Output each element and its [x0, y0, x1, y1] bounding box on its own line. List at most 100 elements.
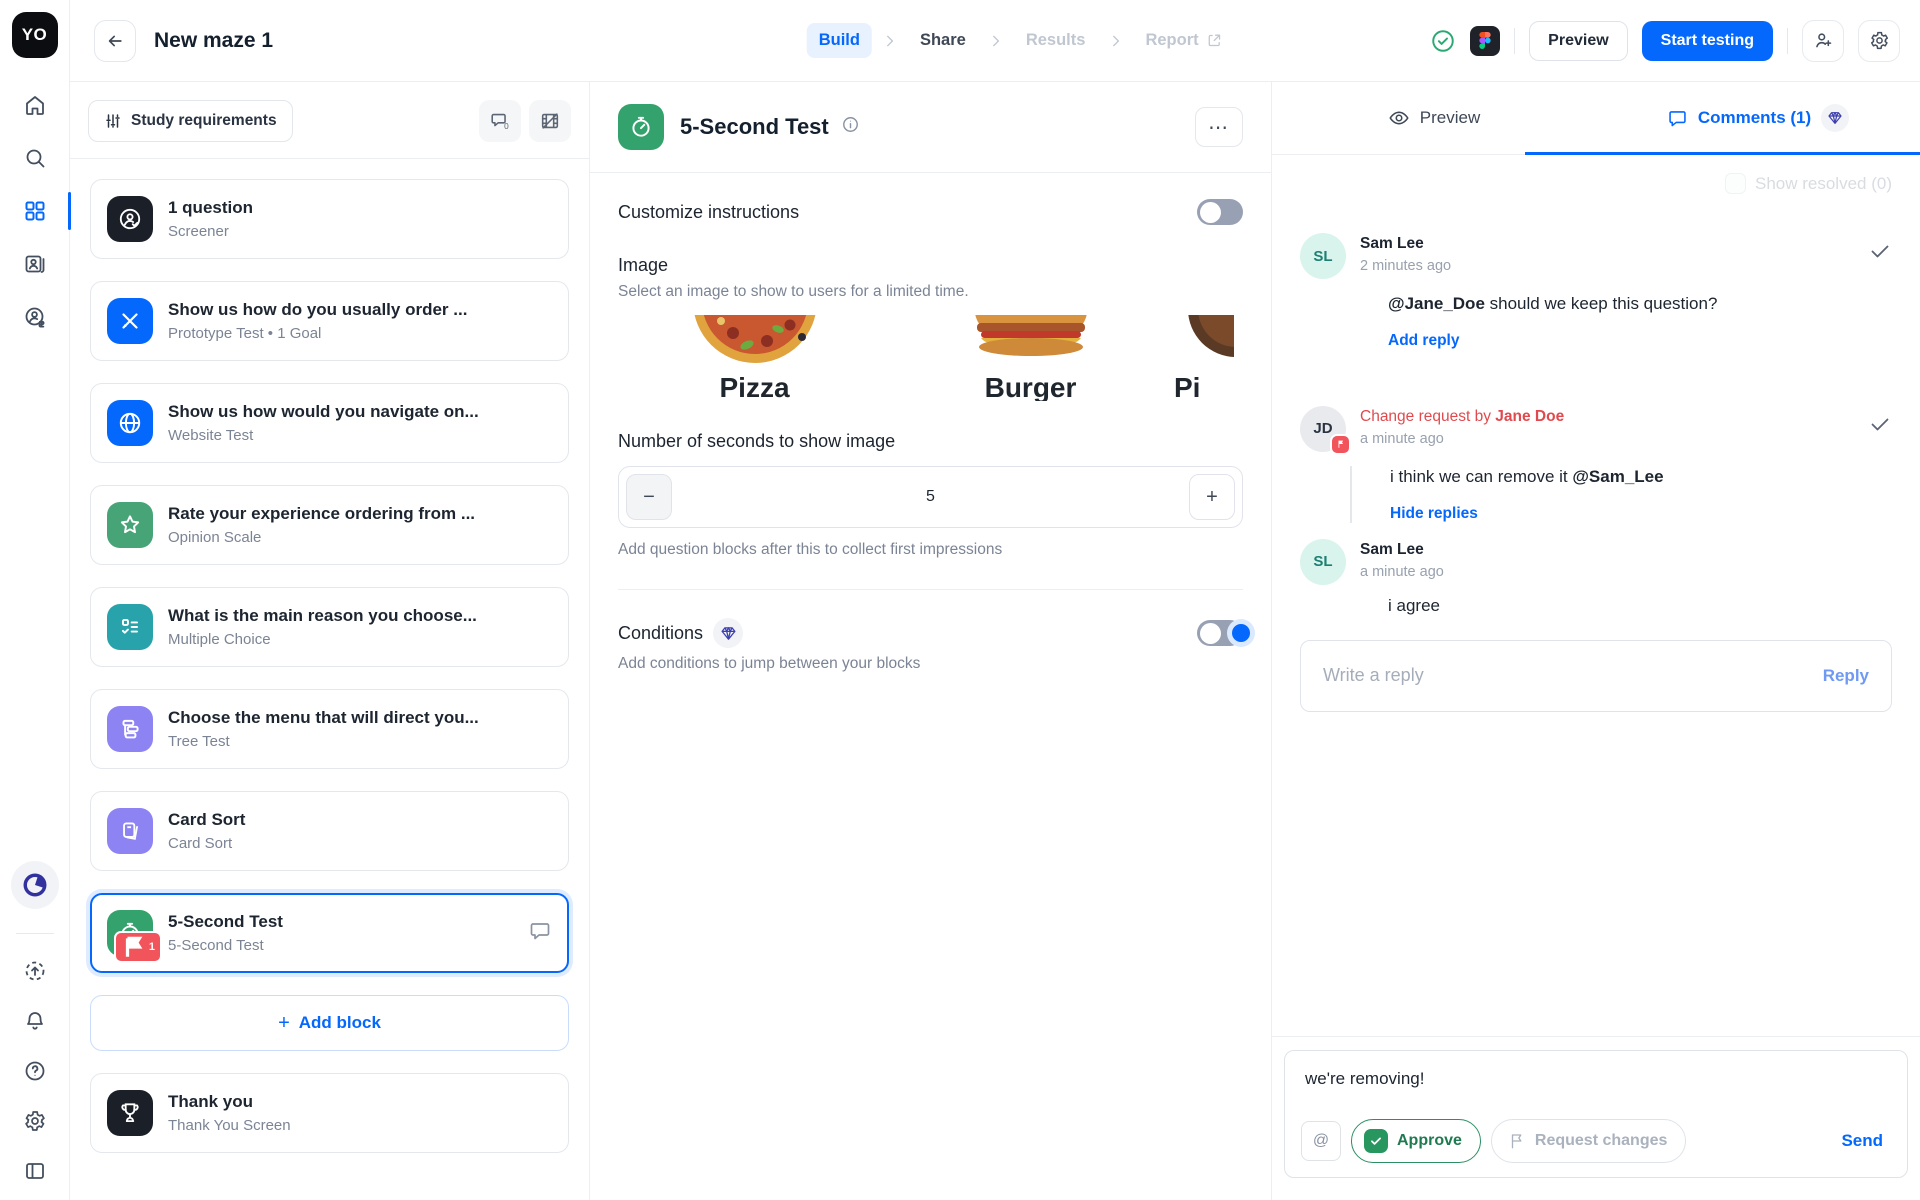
card-sort-block-icon: [107, 808, 153, 854]
tab-results[interactable]: Results: [1014, 23, 1098, 58]
video-disabled-button[interactable]: [529, 100, 571, 142]
image-thumbnail-burger[interactable]: Burger: [894, 315, 1167, 401]
home-icon[interactable]: [22, 92, 48, 118]
reply-button[interactable]: Reply: [1823, 666, 1869, 686]
multiple-choice-block-icon: [107, 604, 153, 650]
mention[interactable]: @Sam_Lee: [1572, 467, 1663, 486]
block-subtitle: 5-Second Test: [168, 937, 283, 954]
screener-block-icon: [107, 196, 153, 242]
preview-button[interactable]: Preview: [1529, 21, 1627, 61]
tab-report[interactable]: Report: [1133, 23, 1234, 58]
decrease-seconds-button[interactable]: −: [626, 474, 672, 520]
hide-replies-link[interactable]: Hide replies: [1390, 505, 1892, 523]
collapse-panel-icon[interactable]: [22, 1158, 48, 1184]
page-title: New maze 1: [154, 29, 273, 53]
updates-upload-icon[interactable]: [22, 958, 48, 984]
comment-composer[interactable]: we're removing! @ Approve: [1284, 1050, 1908, 1178]
block-title: Card Sort: [168, 810, 245, 830]
back-button[interactable]: [94, 20, 136, 62]
tab-preview-label: Preview: [1420, 108, 1480, 128]
maze-settings-gear-button[interactable]: [1858, 20, 1900, 62]
block-subtitle: Website Test: [168, 427, 479, 444]
mention[interactable]: @Jane_Doe: [1388, 294, 1485, 313]
projects-grid-icon[interactable]: [22, 198, 48, 224]
settings-gear-icon[interactable]: [22, 1108, 48, 1134]
gem-upgrade-icon: [1821, 104, 1849, 132]
increase-seconds-button[interactable]: +: [1189, 474, 1235, 520]
approve-label: Approve: [1397, 1132, 1462, 1150]
right-panel: Preview Comments (1) Show resolved (0): [1272, 82, 1920, 1200]
change-request-flag-badge: 1: [114, 931, 162, 963]
tab-comments[interactable]: Comments (1): [1596, 82, 1920, 154]
invite-user-button[interactable]: [1802, 20, 1844, 62]
tab-preview[interactable]: Preview: [1272, 82, 1596, 154]
reply-input[interactable]: [1323, 665, 1823, 686]
add-reply-link[interactable]: Add reply: [1388, 332, 1892, 350]
customize-instructions-toggle[interactable]: [1197, 199, 1243, 225]
seconds-value[interactable]: 5: [672, 488, 1189, 506]
mention-at-button[interactable]: @: [1301, 1121, 1341, 1161]
comment-composer-section: we're removing! @ Approve: [1272, 1036, 1920, 1200]
avatar: SL: [1300, 233, 1346, 279]
notifications-bell-icon[interactable]: [22, 1008, 48, 1034]
avatar: JD: [1300, 406, 1346, 452]
add-block-label: Add block: [299, 1013, 381, 1033]
composer-text[interactable]: we're removing!: [1301, 1069, 1891, 1089]
block-comment-icon[interactable]: [528, 919, 552, 948]
request-changes-button[interactable]: Request changes: [1491, 1119, 1686, 1163]
figma-integration-icon[interactable]: [1470, 26, 1500, 56]
conditions-toggle[interactable]: [1197, 620, 1243, 646]
external-link-icon: [1206, 32, 1223, 49]
send-button[interactable]: Send: [1841, 1131, 1891, 1151]
plus-icon: +: [278, 1012, 290, 1035]
block-card-multiple-choice[interactable]: What is the main reason you choose... Mu…: [90, 587, 569, 667]
block-title: Choose the menu that will direct you...: [168, 708, 479, 728]
author-name: Jane Doe: [1495, 408, 1564, 425]
svg-text:0: 0: [504, 122, 509, 131]
show-resolved-checkbox[interactable]: [1725, 173, 1746, 194]
change-request-prefix: Change request by: [1360, 408, 1495, 425]
block-card-screener[interactable]: 1 question Screener: [90, 179, 569, 259]
comments-count-button[interactable]: 0: [479, 100, 521, 142]
editor-divider: [618, 589, 1243, 590]
block-card-card-sort[interactable]: Card Sort Card Sort: [90, 791, 569, 871]
resolve-check-icon[interactable]: [1868, 406, 1892, 441]
search-icon[interactable]: [22, 145, 48, 171]
tab-build[interactable]: Build: [807, 23, 872, 58]
chevron-right-icon: [882, 33, 898, 49]
block-card-tree-test[interactable]: Choose the menu that will direct you... …: [90, 689, 569, 769]
help-icon[interactable]: [22, 1058, 48, 1084]
opinion-scale-block-icon: [107, 502, 153, 548]
image-thumbnail-pizza[interactable]: Pizza: [618, 315, 891, 401]
block-card-five-second-test[interactable]: 1 5-Second Test 5-Second Test: [90, 893, 569, 973]
image-thumbnail-partial[interactable]: Pi: [1170, 315, 1234, 401]
workspace-logo[interactable]: YO: [12, 12, 58, 58]
start-testing-button[interactable]: Start testing: [1642, 21, 1773, 61]
participants-id-icon[interactable]: [22, 251, 48, 277]
block-title: Show us how do you usually order ...: [168, 300, 467, 320]
topbar-divider: [1787, 28, 1788, 54]
block-title: Rate your experience ordering from ...: [168, 504, 475, 524]
block-card-opinion-scale[interactable]: Rate your experience ordering from ... O…: [90, 485, 569, 565]
info-icon[interactable]: [841, 115, 860, 139]
block-more-menu-button[interactable]: ⋯: [1195, 107, 1243, 147]
panel-rewards-icon[interactable]: [22, 304, 48, 330]
image-section-hint: Select an image to show to users for a l…: [618, 283, 1243, 301]
add-block-button[interactable]: + Add block: [90, 995, 569, 1051]
image-strip[interactable]: Pizza Burger: [618, 315, 1243, 401]
comment-thread: SL Sam Lee 2 minutes ago @Jane_Doe shoul…: [1300, 233, 1892, 350]
approve-button[interactable]: Approve: [1351, 1119, 1481, 1163]
block-card-website-test[interactable]: Show us how would you navigate on... Web…: [90, 383, 569, 463]
block-card-prototype-test[interactable]: Show us how do you usually order ... Pro…: [90, 281, 569, 361]
active-rail-indicator: [68, 192, 71, 230]
usage-meter-icon[interactable]: [11, 861, 59, 909]
left-rail: YO: [0, 0, 70, 1200]
comment-timestamp: a minute ago: [1360, 431, 1564, 447]
study-requirements-button[interactable]: Study requirements: [88, 100, 293, 142]
request-changes-label: Request changes: [1535, 1132, 1667, 1150]
show-resolved-control[interactable]: Show resolved (0): [1725, 173, 1892, 194]
resolve-check-icon[interactable]: [1868, 233, 1892, 268]
block-subtitle: Opinion Scale: [168, 529, 475, 546]
tab-share[interactable]: Share: [908, 23, 978, 58]
block-card-thank-you[interactable]: Thank you Thank You Screen: [90, 1073, 569, 1153]
